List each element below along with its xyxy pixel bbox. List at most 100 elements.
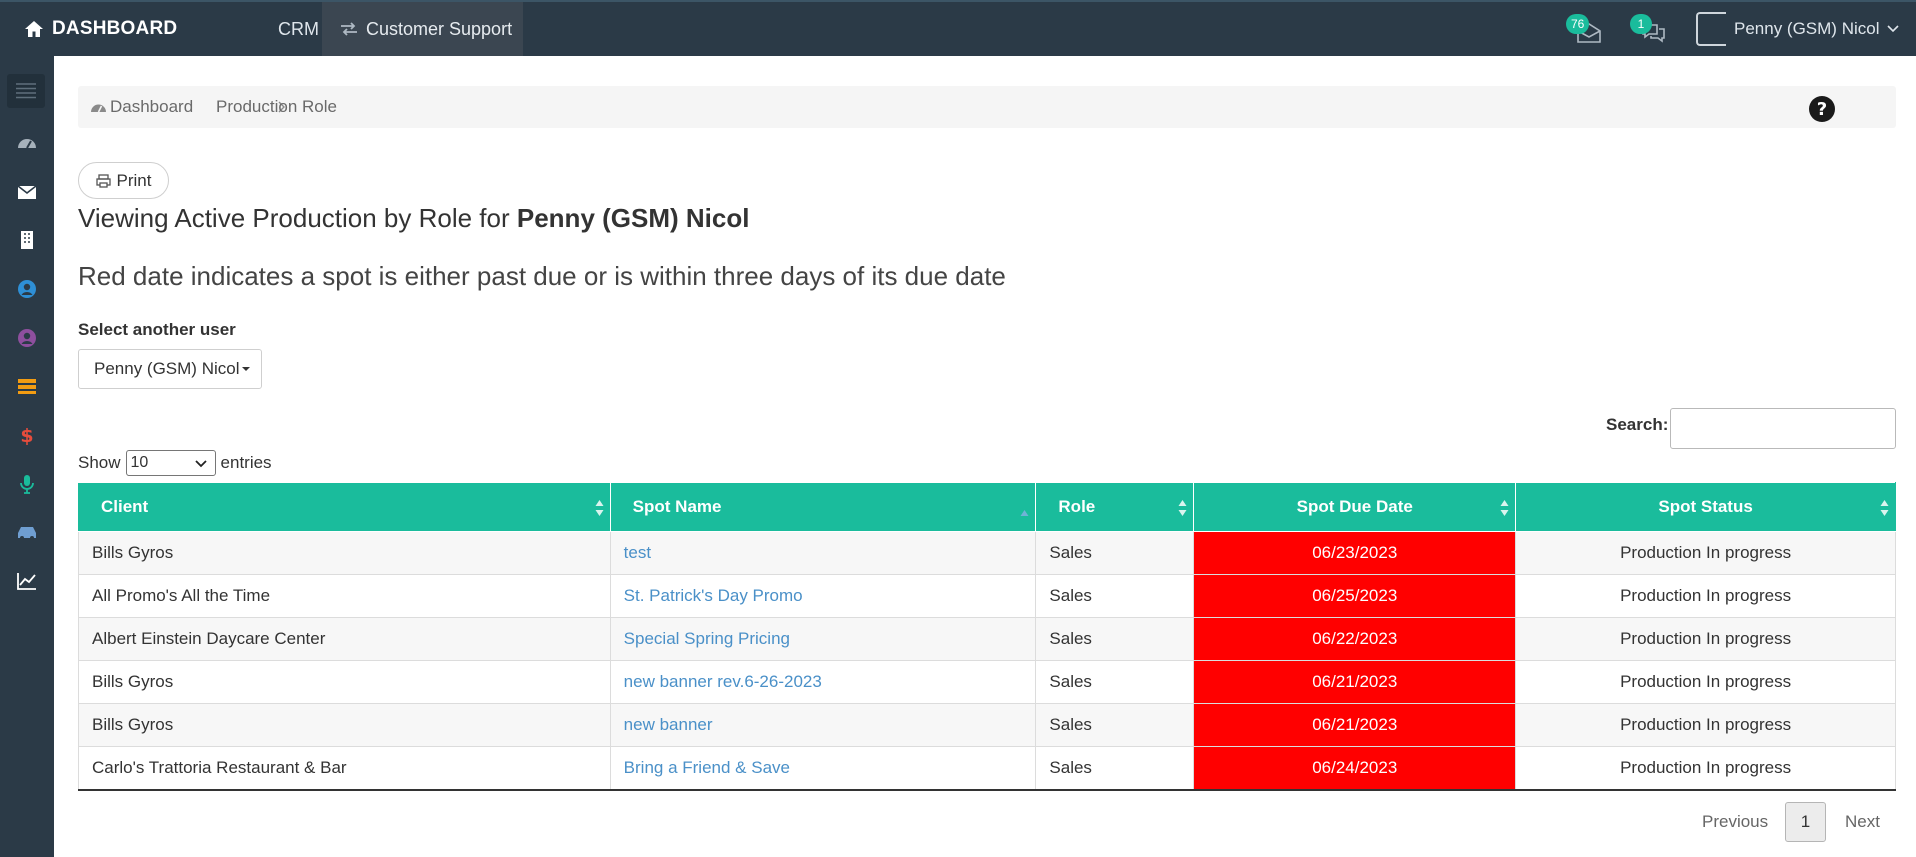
column-header-due-date[interactable]: Spot Due Date [1193,482,1517,532]
select-user-label: Select another user [78,320,236,339]
cell-role: Sales [1035,531,1195,575]
spot-link[interactable]: new banner rev.6-26-2023 [624,672,822,691]
sidebar-item-traffic[interactable] [0,508,54,556]
cell-spot-name: St. Patrick's Day Promo [609,574,1037,618]
sidebar-item-mail[interactable] [0,168,54,216]
sidebar-toggle[interactable] [7,74,45,108]
building-icon [21,231,33,249]
print-button-label: Print [116,170,152,190]
mail-count-badge: 76 [1566,14,1590,34]
cell-spot-name: Bring a Friend & Save [609,746,1037,791]
chevron-down-icon [1887,25,1900,33]
page-title-prefix: Viewing Active Production by Role for [78,203,517,233]
page-title-user: Penny (GSM) Nicol [516,203,750,233]
cell-client: Bills Gyros [78,660,611,704]
user-menu[interactable]: Penny (GSM) Nicol [1696,2,1900,56]
cell-client: Bills Gyros [78,531,611,575]
breadcrumb-current: Production Role [216,97,337,116]
menu-icon [16,83,36,99]
table-row: Bills Gyros test Sales 06/23/2023 Produc… [78,531,1896,575]
exchange-icon [341,22,357,36]
top-navbar: DASHBOARD CRM Customer Support 76 1 Penn… [0,0,1916,56]
sidebar-item-contacts[interactable] [0,265,54,313]
nav-customer-support[interactable]: Customer Support [322,2,523,56]
column-header-spot-name-label: Spot Name [632,497,722,516]
column-header-due-date-label: Spot Due Date [1296,497,1413,516]
spot-link[interactable]: Bring a Friend & Save [624,758,790,777]
column-header-role[interactable]: Role [1035,482,1195,532]
dollar-icon: $ [20,425,33,446]
column-header-spot-name[interactable]: Spot Name [609,482,1037,532]
cell-due-date: 06/22/2023 [1193,617,1517,661]
pagination-previous[interactable]: Previous [1702,802,1768,842]
table-row: Carlo's Trattoria Restaurant & Bar Bring… [78,746,1896,791]
column-header-client-label: Client [101,497,149,516]
pagination-page-1[interactable]: 1 [1785,802,1826,842]
microphone-icon [20,475,34,494]
entries-length: Show 10 entries [78,449,272,477]
chart-line-icon [17,573,36,590]
sidebar-item-production[interactable] [0,362,54,410]
car-icon [18,527,36,540]
cell-due-date: 06/25/2023 [1193,574,1517,618]
cell-spot-name: Special Spring Pricing [609,617,1037,661]
sidebar-item-reports[interactable] [0,557,54,605]
show-label: Show [78,453,121,472]
user-circle-icon [18,280,36,298]
pagination-next[interactable]: Next [1845,802,1880,842]
table-row: All Promo's All the Time St. Patrick's D… [78,574,1896,618]
sidebar-item-voice[interactable] [0,460,54,508]
chat-notifications[interactable]: 1 [1630,12,1670,48]
column-header-status-label: Spot Status [1658,497,1753,516]
sidebar-item-users[interactable] [0,314,54,362]
cell-role: Sales [1035,746,1195,791]
cell-due-date: 06/23/2023 [1193,531,1517,575]
entries-select-value: 10 [130,454,149,471]
sidebar-item-companies[interactable] [0,216,54,264]
dashboard-icon [91,104,106,112]
print-icon [95,173,111,188]
cell-role: Sales [1035,617,1195,661]
print-button[interactable]: Print [78,162,169,199]
column-header-role-label: Role [1058,497,1096,516]
table-row: Bills Gyros new banner Sales 06/21/2023 … [78,703,1896,747]
cell-status: Production In progress [1515,531,1896,575]
entries-select[interactable]: 10 [125,450,216,476]
cell-client: Carlo's Trattoria Restaurant & Bar [78,746,611,791]
spot-link[interactable]: Special Spring Pricing [624,629,790,648]
cell-role: Sales [1035,660,1195,704]
svg-text:?: ? [1817,99,1827,120]
user-circle-purple-icon [18,329,36,347]
column-header-status[interactable]: Spot Status [1515,482,1896,532]
help-icon[interactable]: ? [1808,95,1836,123]
spot-link[interactable]: test [624,543,651,562]
brand-link[interactable]: DASHBOARD [24,2,177,56]
page-title: Viewing Active Production by Role for Pe… [78,203,749,234]
nav-crm[interactable]: CRM [278,2,319,56]
spot-link[interactable]: new banner [624,715,713,734]
mail-notifications[interactable]: 76 [1566,12,1606,48]
user-select[interactable]: Penny (GSM) Nicol [78,349,262,389]
cell-client: Bills Gyros [78,703,611,747]
production-table: Client Spot Name Role Spot Due Date Spot… [78,482,1896,791]
nav-customer-support-label: Customer Support [366,18,513,39]
cell-status: Production In progress [1515,703,1896,747]
envelope-icon [17,185,37,199]
breadcrumb-dashboard[interactable]: Dashboard [90,86,193,128]
page-subtitle: Red date indicates a spot is either past… [78,261,1006,291]
column-header-client[interactable]: Client [78,482,611,532]
cell-spot-name: new banner [609,703,1037,747]
caret-down-icon [242,367,251,371]
cell-spot-name: new banner rev.6-26-2023 [609,660,1037,704]
spot-link[interactable]: St. Patrick's Day Promo [624,586,803,605]
sidebar-item-dashboard[interactable] [0,119,54,167]
cell-status: Production In progress [1515,746,1896,791]
user-select-value: Penny (GSM) Nicol [94,359,240,378]
chevron-down-icon [194,460,207,468]
brand-label: DASHBOARD [52,18,178,39]
sidebar-item-billing[interactable]: $ [0,411,54,459]
avatar [1696,12,1726,46]
sort-icon [1500,500,1509,516]
search-input[interactable] [1670,408,1896,449]
entries-label: entries [220,453,272,472]
